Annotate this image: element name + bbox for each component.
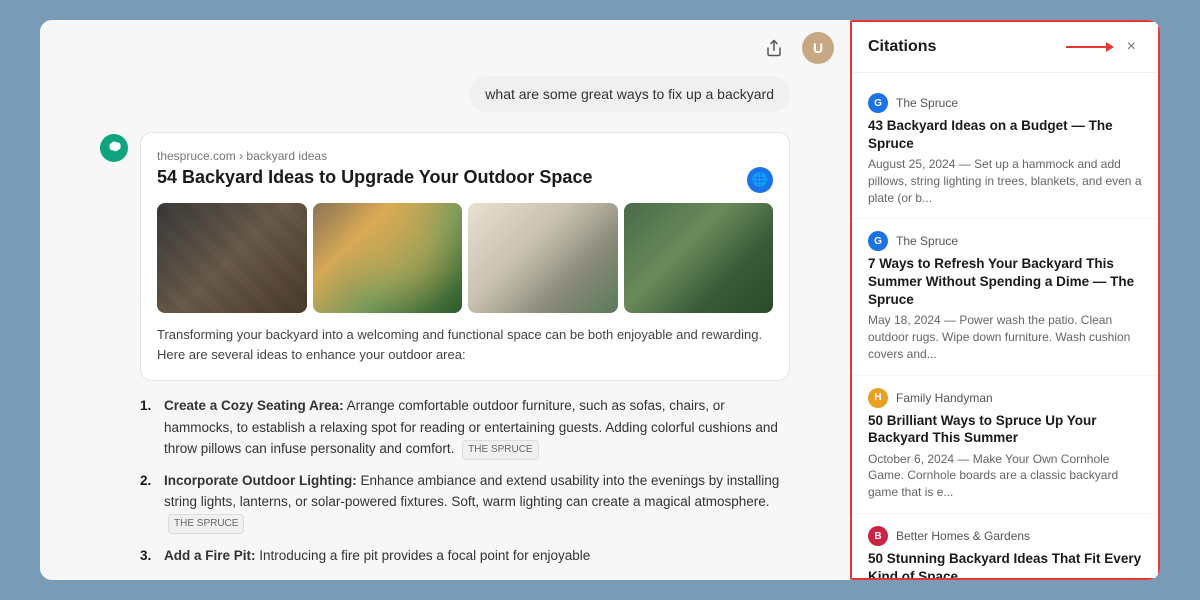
citation-item[interactable]: G The Spruce 43 Backyard Ideas on a Budg…	[852, 81, 1158, 219]
assistant-icon	[100, 134, 128, 162]
citation-source-row: B Better Homes & Gardens	[868, 526, 1142, 546]
citation-item[interactable]: B Better Homes & Gardens 50 Stunning Bac…	[852, 514, 1158, 578]
assistant-message: thespruce.com › backyard ideas 54 Backya…	[100, 132, 790, 576]
backyard-image-3	[468, 203, 618, 313]
result-source: thespruce.com › backyard ideas	[157, 149, 773, 163]
top-bar: U	[40, 20, 850, 76]
result-title: 54 Backyard Ideas to Upgrade Your Outdoo…	[157, 167, 773, 193]
backyard-image-4	[624, 203, 774, 313]
citation-snippet: May 18, 2024 — Power wash the patio. Cle…	[868, 312, 1142, 362]
list-item: 1. Create a Cozy Seating Area: Arrange c…	[140, 395, 790, 460]
citation-title: 50 Brilliant Ways to Spruce Up Your Back…	[868, 412, 1142, 447]
source-tag: THE SPRUCE	[168, 514, 244, 534]
user-message: what are some great ways to fix up a bac…	[100, 76, 790, 112]
source-icon-bhg: B	[868, 526, 888, 546]
user-avatar[interactable]: U	[802, 32, 834, 64]
citation-source-name: Better Homes & Gardens	[896, 529, 1030, 543]
list-item: 3. Add a Fire Pit: Introducing a fire pi…	[140, 545, 790, 567]
citation-source-row: G The Spruce	[868, 93, 1142, 113]
source-icon-spruce: G	[868, 231, 888, 251]
citation-title: 43 Backyard Ideas on a Budget — The Spru…	[868, 117, 1142, 152]
source-tag: THE SPRUCE	[462, 440, 538, 460]
citation-snippet: October 6, 2024 — Make Your Own Cornhole…	[868, 451, 1142, 501]
close-citations-button[interactable]: ×	[1121, 36, 1142, 58]
citation-title: 7 Ways to Refresh Your Backyard This Sum…	[868, 255, 1142, 308]
citations-list: G The Spruce 43 Backyard Ideas on a Budg…	[852, 73, 1158, 578]
source-icon-handyman: H	[868, 388, 888, 408]
citation-source-name: Family Handyman	[896, 391, 993, 405]
citation-title: 50 Stunning Backyard Ideas That Fit Ever…	[868, 550, 1142, 578]
list-content: 1. Create a Cozy Seating Area: Arrange c…	[140, 395, 790, 566]
citations-panel: Citations × G The Spruce 43 Backyard Ide…	[850, 20, 1160, 580]
citation-source-row: G The Spruce	[868, 231, 1142, 251]
citation-item[interactable]: H Family Handyman 50 Brilliant Ways to S…	[852, 376, 1158, 514]
list-item: 2. Incorporate Outdoor Lighting: Enhance…	[140, 470, 790, 535]
citation-source-name: The Spruce	[896, 96, 958, 110]
globe-icon[interactable]: 🌐	[747, 167, 773, 193]
result-card: thespruce.com › backyard ideas 54 Backya…	[140, 132, 790, 381]
citations-title: Citations	[868, 38, 936, 56]
result-description: Transforming your backyard into a welcom…	[157, 325, 773, 364]
citation-source-name: The Spruce	[896, 234, 958, 248]
user-message-bubble: what are some great ways to fix up a bac…	[469, 76, 790, 112]
backyard-image-1	[157, 203, 307, 313]
chat-content: what are some great ways to fix up a bac…	[40, 76, 850, 580]
citations-header: Citations ×	[852, 22, 1158, 73]
share-button[interactable]	[758, 32, 790, 64]
app-container: U what are some great ways to fix up a b…	[40, 20, 1160, 580]
backyard-image-2	[313, 203, 463, 313]
citation-snippet: August 25, 2024 — Set up a hammock and a…	[868, 156, 1142, 206]
citation-item[interactable]: G The Spruce 7 Ways to Refresh Your Back…	[852, 219, 1158, 375]
images-row	[157, 203, 773, 313]
arrow-indicator	[1066, 42, 1114, 52]
citation-source-row: H Family Handyman	[868, 388, 1142, 408]
assistant-content: thespruce.com › backyard ideas 54 Backya…	[140, 132, 790, 576]
main-area: U what are some great ways to fix up a b…	[40, 20, 850, 580]
source-icon-spruce: G	[868, 93, 888, 113]
